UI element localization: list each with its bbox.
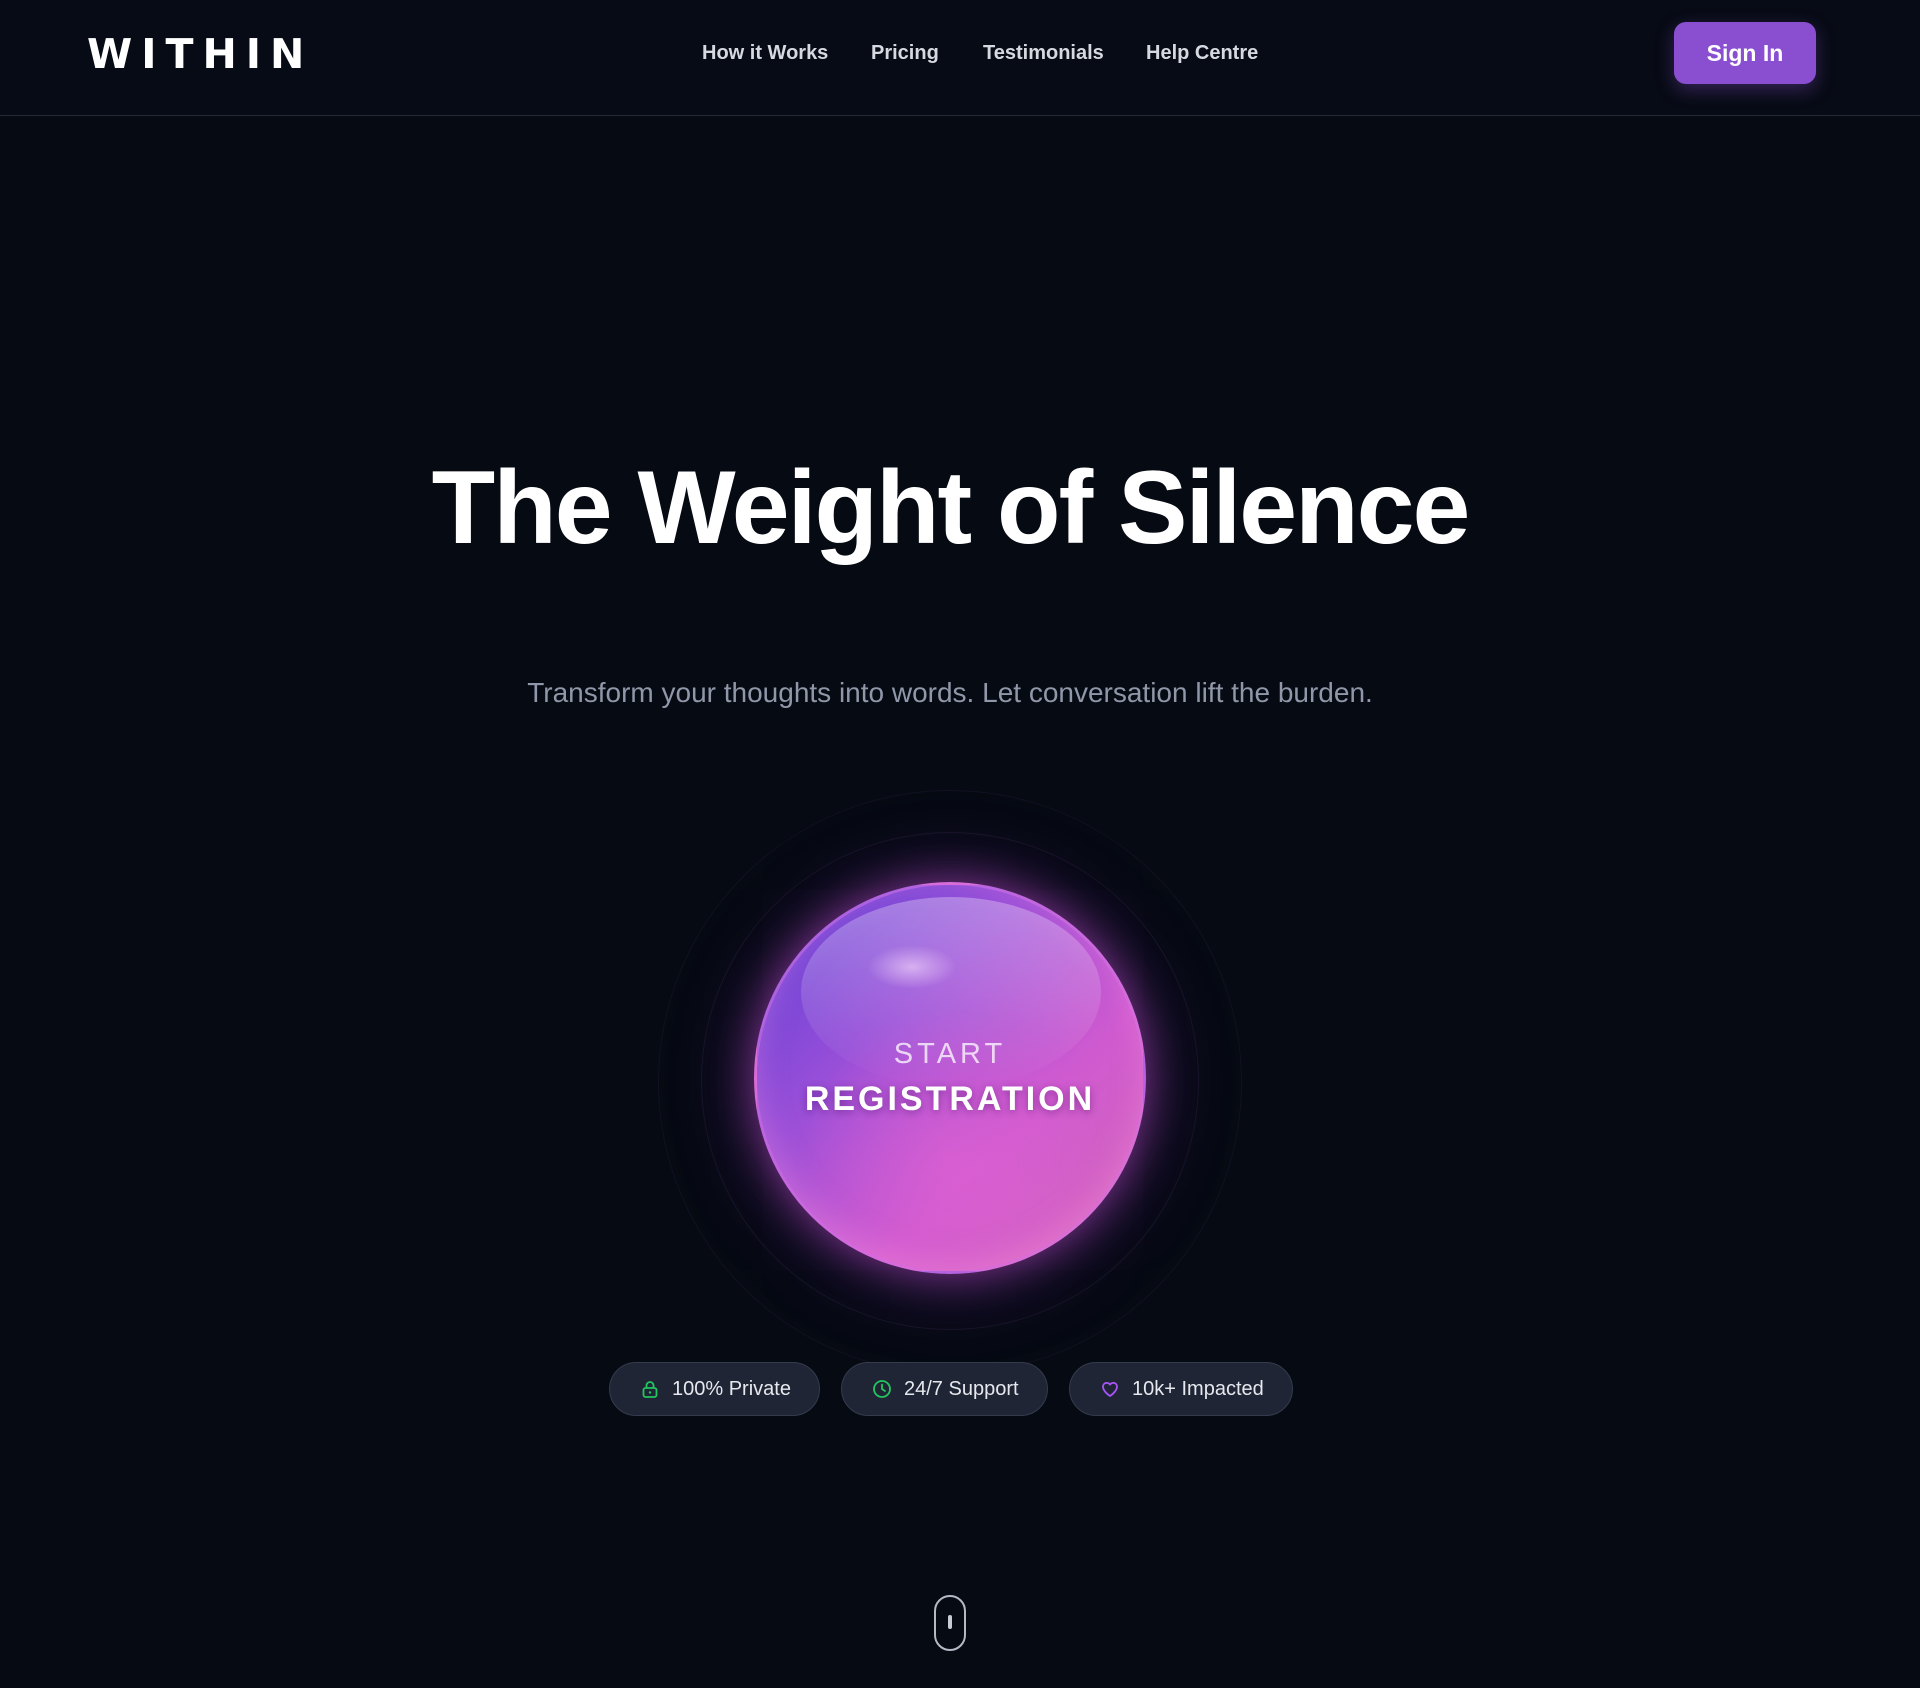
mouse-scroll-icon[interactable] — [934, 1595, 966, 1651]
start-registration-button[interactable]: START REGISTRATION — [754, 882, 1146, 1274]
nav-link-help-centre[interactable]: Help Centre — [1146, 41, 1258, 65]
hero-title: The Weight of Silence — [431, 450, 1471, 566]
heart-icon — [1100, 1379, 1120, 1399]
sign-in-button[interactable]: Sign In — [1674, 22, 1816, 84]
site-header: WITHIN How it Works Pricing Testimonials… — [0, 0, 1920, 116]
badge-private: 100% Private — [609, 1362, 820, 1416]
badge-support-label: 24/7 Support — [904, 1377, 1019, 1400]
orb-label-start: START — [893, 1038, 1007, 1070]
badge-private-label: 100% Private — [672, 1377, 791, 1400]
badge-support: 24/7 Support — [841, 1362, 1048, 1416]
orb-label-registration: REGISTRATION — [804, 1080, 1096, 1118]
badge-impacted-label: 10k+ Impacted — [1132, 1377, 1264, 1400]
main-nav: How it Works Pricing Testimonials Help C… — [0, 41, 1920, 65]
clock-icon — [872, 1379, 892, 1399]
lock-icon — [640, 1379, 660, 1399]
nav-link-how-it-works[interactable]: How it Works — [702, 41, 828, 65]
scroll-wheel-dot — [948, 1615, 952, 1629]
nav-link-pricing[interactable]: Pricing — [871, 41, 939, 65]
nav-link-testimonials[interactable]: Testimonials — [983, 41, 1104, 65]
orb-glint — [867, 945, 957, 989]
hero-subtitle: Transform your thoughts into words. Let … — [527, 677, 1373, 708]
badge-impacted: 10k+ Impacted — [1069, 1362, 1293, 1416]
